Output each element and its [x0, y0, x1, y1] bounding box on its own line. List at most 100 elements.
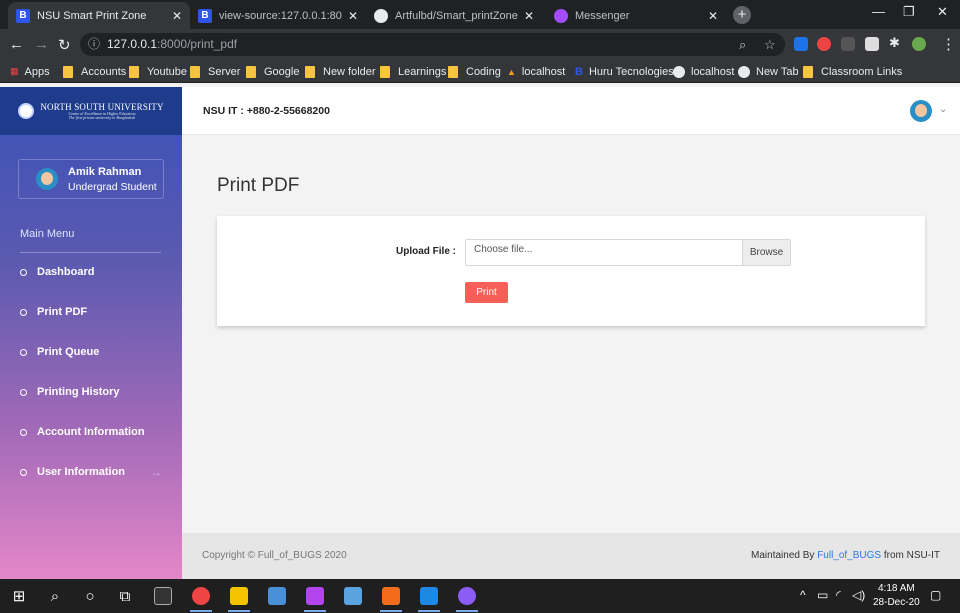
pc-icon[interactable]: [262, 579, 292, 613]
close-tab-icon[interactable]: ✕: [524, 9, 534, 23]
university-logo[interactable]: NORTH SOUTH UNIVERSITY Center of Excelle…: [0, 87, 182, 135]
folder-icon: [305, 65, 315, 78]
extension-icon[interactable]: [841, 37, 855, 51]
sidebar-item-print-pdf[interactable]: Print PDF: [20, 306, 162, 318]
footer: Copyright © Full_of_BUGS 2020 Maintained…: [182, 533, 960, 579]
profile-avatar[interactable]: [912, 37, 926, 51]
folder-icon: [380, 65, 390, 78]
print-button[interactable]: Print: [465, 282, 508, 303]
bookmark-accounts[interactable]: Accounts: [63, 64, 126, 79]
header-avatar[interactable]: [910, 100, 932, 122]
bookmark-server[interactable]: Server: [190, 64, 240, 79]
folder-icon: [803, 65, 813, 78]
extension-icon[interactable]: [817, 37, 831, 51]
volume-icon[interactable]: ◁): [852, 588, 865, 602]
sidebar: NORTH SOUTH UNIVERSITY Center of Excelle…: [0, 87, 182, 579]
extension-icon[interactable]: [865, 37, 879, 51]
circle-icon: [20, 388, 27, 396]
phpstorm-icon[interactable]: [300, 579, 330, 613]
tray-chevron-up-icon[interactable]: ^: [800, 588, 806, 602]
xampp-icon[interactable]: [376, 579, 406, 613]
task-view-icon[interactable]: ⧉: [110, 579, 140, 613]
bookmark-new-tab[interactable]: New Tab: [738, 64, 799, 79]
sidebar-item-account-information[interactable]: Account Information: [20, 426, 162, 438]
close-tab-icon[interactable]: ✕: [708, 9, 718, 23]
bookmark-new-folder[interactable]: New folder: [305, 64, 376, 79]
main-content: Print PDF Upload File : Choose file... B…: [182, 135, 960, 533]
bookmark-youtube[interactable]: Youtube: [129, 64, 187, 79]
bookmark-coding[interactable]: Coding: [448, 64, 501, 79]
globe-icon: [673, 65, 685, 78]
chevron-down-icon[interactable]: ⌄: [939, 104, 947, 115]
sticky-notes-icon[interactable]: [224, 579, 254, 613]
minimize-icon[interactable]: —: [872, 4, 885, 19]
folder-icon: [190, 65, 200, 78]
reload-icon[interactable]: ↻: [58, 36, 71, 54]
apps-grid-icon: ▦: [10, 66, 19, 76]
circle-icon: [20, 428, 27, 436]
notepad-icon[interactable]: [338, 579, 368, 613]
tab-nsu-smart-print-zone[interactable]: B NSU Smart Print Zone ✕: [8, 2, 190, 29]
terminal-icon[interactable]: [148, 579, 178, 613]
bookmark-star-icon[interactable]: ☆: [764, 33, 776, 56]
new-tab-button[interactable]: +: [733, 6, 751, 24]
bootstrap-icon: B: [575, 65, 583, 78]
github-icon: [374, 8, 388, 23]
tab-view-source[interactable]: B view-source:127.0.0.1:8000/stude ✕: [190, 2, 366, 29]
main-menu-title: Main Menu: [20, 228, 75, 240]
github-desktop-icon[interactable]: [452, 579, 482, 613]
bookmark-localhost[interactable]: ▲ localhost: [507, 64, 565, 79]
sidebar-item-user-information[interactable]: User Information →: [20, 465, 162, 479]
bookmark-learnings[interactable]: Learnings: [380, 64, 446, 79]
sidebar-item-dashboard[interactable]: Dashboard: [20, 266, 162, 278]
user-role: Undergrad Student: [68, 181, 157, 193]
restore-icon[interactable]: ❐: [903, 4, 915, 20]
folder-icon: [448, 65, 458, 78]
bookmark-classroom-links[interactable]: Classroom Links: [803, 64, 902, 79]
tab-messenger[interactable]: Messenger ✕: [546, 2, 726, 29]
windows-start-icon[interactable]: ⊞: [4, 579, 34, 613]
wifi-icon[interactable]: ◜: [836, 588, 841, 602]
address-bar-row: ← → ↻ ⓘ 127.0.0.1:8000/print_pdf ⌕ ☆ ✱ ⋮: [0, 29, 960, 60]
maintainer-link[interactable]: Full_of_BUGS: [817, 550, 881, 561]
bootstrap-icon: B: [198, 8, 212, 23]
menu-kebab-icon[interactable]: ⋮: [941, 35, 956, 53]
browse-button[interactable]: Browse: [742, 240, 790, 265]
close-tab-icon[interactable]: ✕: [172, 9, 182, 23]
web-page: NORTH SOUTH UNIVERSITY Center of Excelle…: [0, 87, 960, 579]
close-window-icon[interactable]: ✕: [937, 4, 948, 20]
site-info-icon[interactable]: ⓘ: [88, 33, 100, 56]
user-card: Amik Rahman Undergrad Student: [18, 159, 164, 199]
chrome-icon[interactable]: [186, 579, 216, 613]
circle-icon: [20, 308, 27, 316]
forward-icon[interactable]: →: [34, 36, 49, 53]
tab-github[interactable]: Artfulbd/Smart_printZone: Client ✕: [366, 2, 542, 29]
file-input[interactable]: Choose file... Browse: [465, 239, 791, 266]
sidebar-item-print-queue[interactable]: Print Queue: [20, 346, 162, 358]
sidebar-item-printing-history[interactable]: Printing History: [20, 386, 162, 398]
url-input[interactable]: ⓘ 127.0.0.1:8000/print_pdf ⌕ ☆: [80, 33, 785, 56]
back-icon[interactable]: ←: [9, 36, 24, 53]
user-name: Amik Rahman: [68, 166, 142, 178]
upload-card: Upload File : Choose file... Browse Prin…: [217, 216, 925, 326]
zoom-icon[interactable]: ⌕: [739, 33, 746, 56]
extension-icon[interactable]: [794, 37, 808, 51]
battery-icon[interactable]: ▭: [817, 588, 828, 602]
extensions-puzzle-icon[interactable]: ✱: [889, 35, 900, 51]
close-tab-icon[interactable]: ✕: [348, 9, 358, 23]
search-icon[interactable]: ⌕: [40, 579, 70, 613]
bookmark-localhost-2[interactable]: localhost: [673, 64, 734, 79]
vscode-icon[interactable]: [414, 579, 444, 613]
bootstrap-icon: B: [16, 8, 30, 23]
system-clock[interactable]: 4:18 AM 28-Dec-20: [873, 582, 920, 610]
notifications-icon[interactable]: ▢: [930, 588, 941, 602]
bookmark-google[interactable]: Google: [246, 64, 299, 79]
bookmark-apps[interactable]: ▦ Apps: [10, 64, 50, 79]
bookmark-huru-tecnologies[interactable]: B Huru Tecnologies: [575, 64, 674, 79]
arrow-right-icon: →: [150, 465, 162, 479]
circle-icon: [20, 468, 27, 476]
upload-file-label: Upload File :: [396, 246, 456, 257]
it-phone: NSU IT : +880-2-55668200: [203, 105, 330, 117]
folder-icon: [246, 65, 256, 78]
cortana-icon[interactable]: ○: [75, 579, 105, 613]
